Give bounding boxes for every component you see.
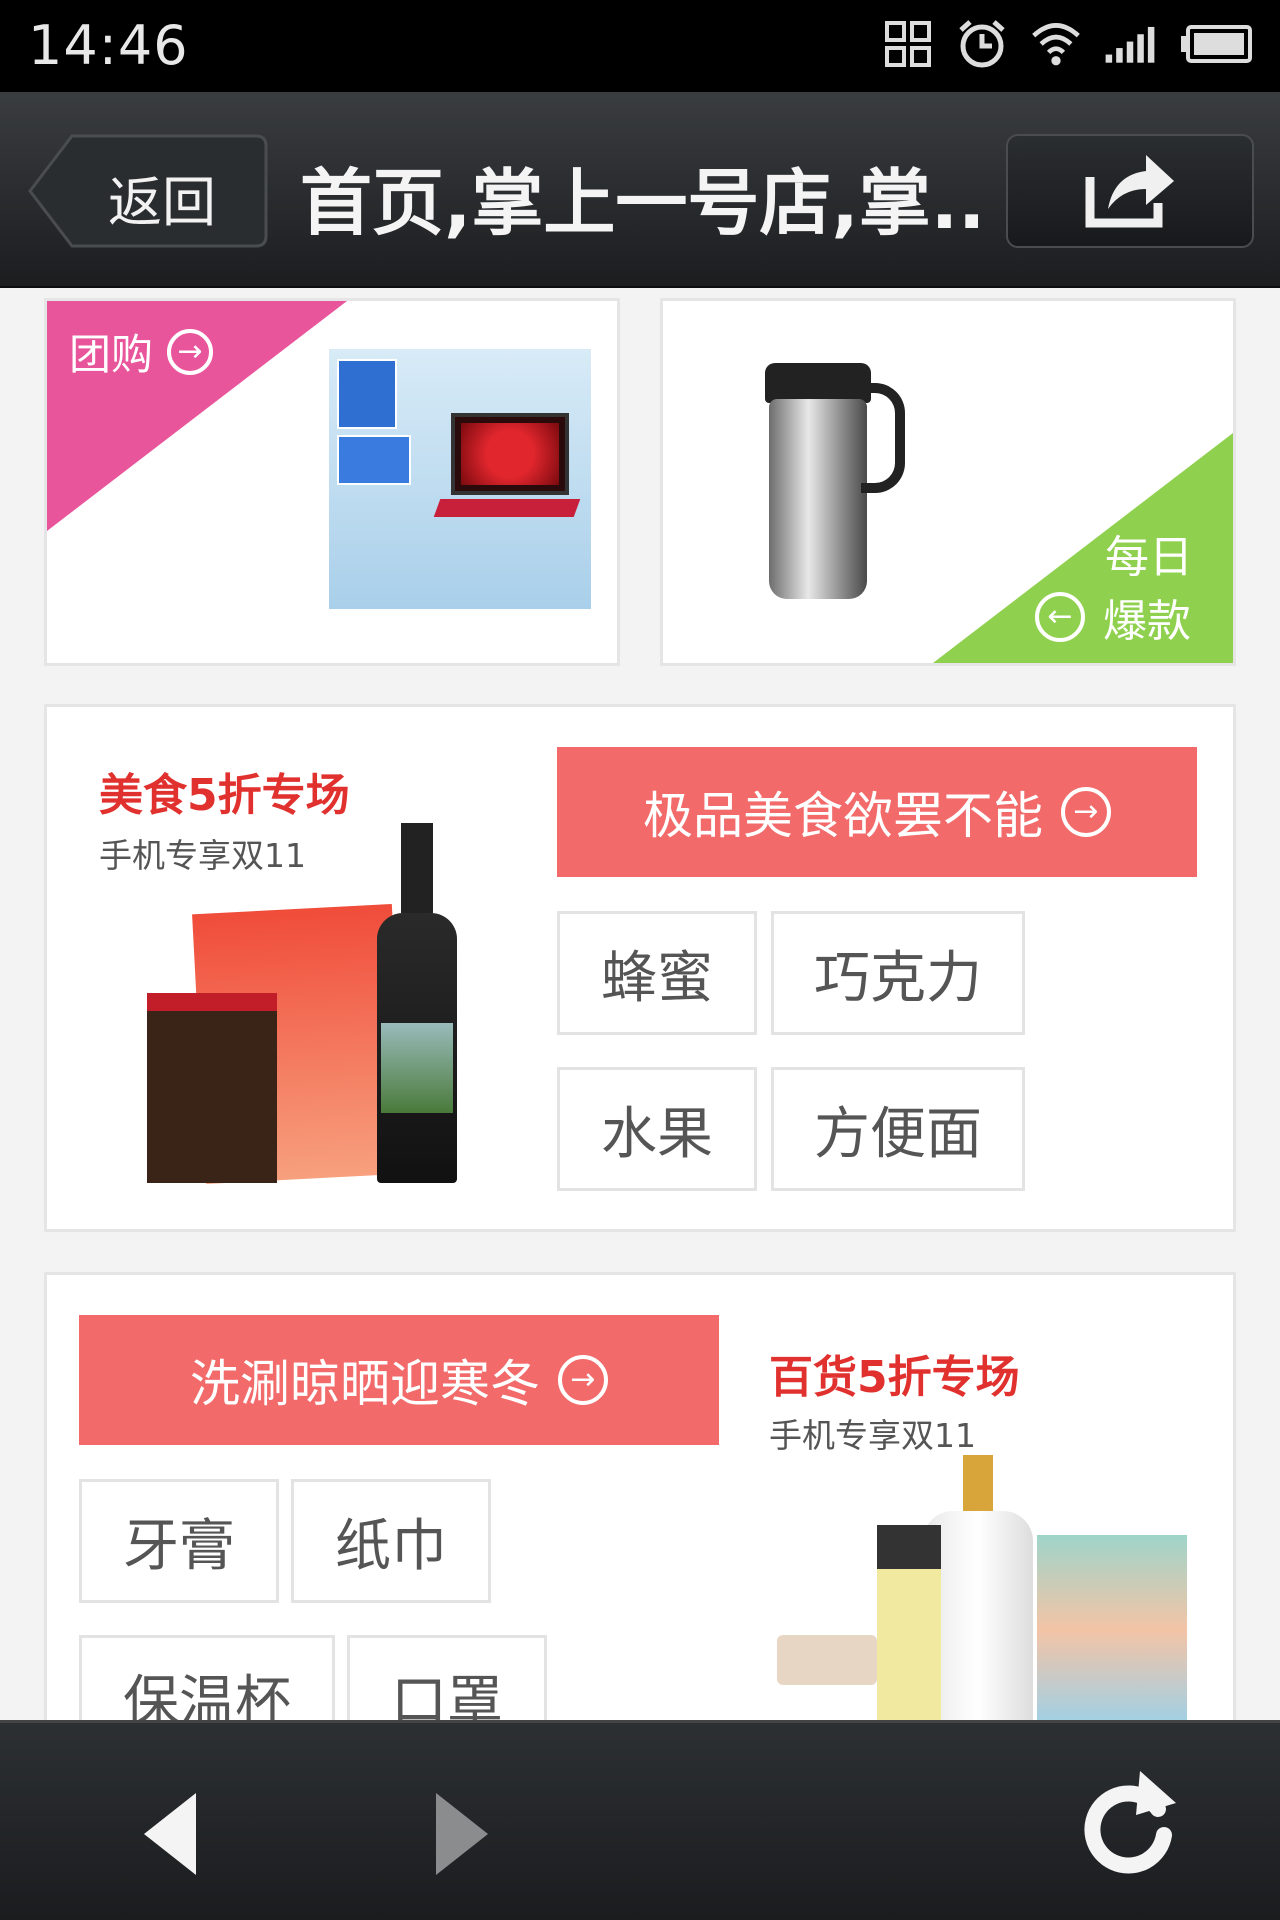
goods-sale-title: 百货5折专场 bbox=[769, 1352, 1020, 1403]
navigation-bar: 返回 首页,掌上一号店,掌.. bbox=[0, 92, 1280, 288]
goods-sale-subtitle: 手机专享双11 bbox=[769, 1416, 976, 1455]
signal-icon bbox=[1104, 16, 1156, 72]
group-buy-label: 团购 bbox=[69, 330, 154, 379]
arrow-right-icon: → bbox=[558, 1355, 608, 1405]
daily-label-line1: 每日 bbox=[1105, 532, 1193, 583]
forward-arrow-icon[interactable] bbox=[432, 1789, 492, 1883]
back-arrow-icon[interactable] bbox=[140, 1789, 200, 1883]
goods-banner-label: 洗涮晾晒迎寒冬 bbox=[190, 1355, 540, 1413]
group-buy-card[interactable]: 团购 → bbox=[44, 298, 620, 666]
daily-hot-label: 每日 bbox=[1105, 531, 1193, 585]
goods-sale-section: 洗涮晾晒迎寒冬 → 百货5折专场 手机专享双11 牙膏 纸巾 保温杯 口罩 bbox=[44, 1272, 1236, 1720]
food-tag-chocolate[interactable]: 巧克力 bbox=[771, 911, 1025, 1035]
back-button[interactable]: 返回 bbox=[28, 134, 268, 248]
page-title: 首页,掌上一号店,掌.. bbox=[300, 161, 986, 245]
status-time: 14:46 bbox=[28, 14, 189, 77]
food-tag-honey[interactable]: 蜂蜜 bbox=[557, 911, 757, 1035]
daily-label-line2: 爆款 bbox=[1103, 596, 1191, 647]
arrow-right-icon: → bbox=[1061, 787, 1111, 837]
arrow-left-icon: ← bbox=[1035, 592, 1085, 642]
goods-tag-tissue[interactable]: 纸巾 bbox=[291, 1479, 491, 1603]
daily-hot-card[interactable]: 每日 ← 爆款 bbox=[660, 298, 1236, 666]
refresh-icon[interactable] bbox=[1080, 1769, 1180, 1883]
food-products-image bbox=[147, 823, 507, 1185]
daily-hot-label-row: ← 爆款 bbox=[1035, 585, 1191, 649]
goods-tag-mask[interactable]: 口罩 bbox=[347, 1635, 547, 1720]
food-sale-section: 美食5折专场 手机专享双11 极品美食欲罢不能 → 蜂蜜 巧克力 水果 方便面 bbox=[44, 704, 1236, 1232]
page-content: 团购 → 每日 ← 爆款 美食5折专场 手机专享双11 极品美食欲罢不能 → 蜂… bbox=[0, 290, 1280, 1720]
goods-tag-thermos-cup[interactable]: 保温杯 bbox=[79, 1635, 335, 1720]
back-button-label: 返回 bbox=[108, 171, 216, 234]
alarm-icon bbox=[956, 16, 1008, 72]
goods-products-image bbox=[777, 1455, 1197, 1720]
laptop-product-image bbox=[329, 349, 591, 609]
food-sale-title: 美食5折专场 bbox=[99, 770, 350, 821]
share-icon bbox=[1080, 147, 1180, 235]
arrow-right-icon: → bbox=[167, 328, 214, 375]
goods-banner-button[interactable]: 洗涮晾晒迎寒冬 → bbox=[79, 1315, 719, 1445]
food-banner-button[interactable]: 极品美食欲罢不能 → bbox=[557, 747, 1197, 877]
food-banner-label: 极品美食欲罢不能 bbox=[643, 787, 1043, 845]
thermos-product-image bbox=[761, 363, 911, 603]
food-tag-fruit[interactable]: 水果 bbox=[557, 1067, 757, 1191]
browser-toolbar bbox=[0, 1720, 1280, 1920]
food-tag-instant-noodles[interactable]: 方便面 bbox=[771, 1067, 1025, 1191]
goods-tag-toothpaste[interactable]: 牙膏 bbox=[79, 1479, 279, 1603]
share-button[interactable] bbox=[1006, 134, 1254, 248]
wifi-icon bbox=[1030, 16, 1082, 72]
grid-icon bbox=[882, 16, 934, 72]
status-bar: 14:46 bbox=[0, 0, 1280, 92]
status-icons bbox=[882, 16, 1254, 72]
battery-icon bbox=[1178, 16, 1254, 72]
